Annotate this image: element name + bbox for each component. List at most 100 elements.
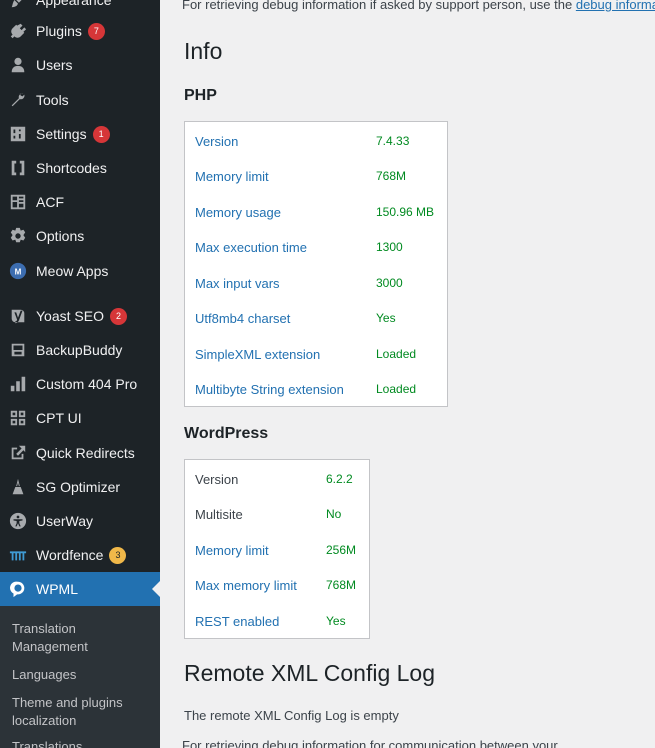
submenu-item-languages[interactable]: Languages bbox=[12, 666, 152, 684]
sidebar-item-acf[interactable]: ACF bbox=[0, 185, 160, 219]
yoast-badge: 2 bbox=[109, 307, 127, 325]
row-value: 768M bbox=[326, 578, 357, 592]
settings-badge: 1 bbox=[92, 125, 110, 143]
sidebar-item-userway[interactable]: UserWay bbox=[0, 504, 160, 538]
sidebar-item-plugins[interactable]: Plugins 7 bbox=[0, 14, 160, 48]
admin-sidebar: Appearance Plugins 7 Users Tools Setting… bbox=[0, 0, 160, 748]
sidebar-item-label: Yoast SEO bbox=[36, 308, 104, 324]
row-value: 1300 bbox=[376, 240, 403, 254]
settings-sliders-icon bbox=[8, 124, 28, 144]
row-value: 6.2.2 bbox=[326, 472, 353, 486]
row-key: Multibyte String extension bbox=[195, 382, 344, 397]
sidebar-item-label: Users bbox=[36, 57, 73, 73]
submenu-item-theme-plugins-localization[interactable]: Theme and plugins localization bbox=[12, 694, 152, 730]
sidebar-item-meow-apps[interactable]: M Meow Apps bbox=[0, 254, 160, 288]
row-key: Max execution time bbox=[195, 240, 307, 255]
table-row: Max input vars 3000 bbox=[185, 266, 447, 301]
submenu-item-translations[interactable]: Translations bbox=[12, 738, 152, 748]
sidebar-item-label: Wordfence bbox=[36, 547, 104, 563]
row-value: No bbox=[326, 507, 342, 521]
table-row: Version 6.2.2 bbox=[185, 462, 369, 497]
debug-information-link[interactable]: debug information bbox=[576, 0, 655, 12]
row-key: Max input vars bbox=[195, 276, 280, 291]
php-heading: PHP bbox=[184, 87, 217, 104]
sidebar-item-cpt-ui[interactable]: CPT UI bbox=[0, 401, 160, 435]
row-value: 150.96 MB bbox=[376, 205, 435, 219]
wpml-submenu: Translation Management Languages Theme a… bbox=[0, 606, 160, 748]
wordpress-heading: WordPress bbox=[184, 425, 269, 442]
sidebar-item-label: SG Optimizer bbox=[36, 479, 121, 495]
accessibility-icon bbox=[8, 511, 28, 531]
php-info-table: Version 7.4.33 Memory limit 768M Memory us… bbox=[184, 121, 448, 407]
table-row: Memory usage 150.96 MB bbox=[185, 195, 447, 230]
sidebar-item-label: CPT UI bbox=[36, 410, 82, 426]
row-key: REST enabled bbox=[195, 614, 280, 629]
wpml-icon bbox=[8, 579, 28, 599]
sidebar-item-quick-redirects[interactable]: Quick Redirects bbox=[0, 436, 160, 470]
sidebar-item-options[interactable]: Options bbox=[0, 219, 160, 253]
sidebar-item-tools[interactable]: Tools bbox=[0, 83, 160, 117]
backup-icon bbox=[8, 340, 28, 360]
grid-icon bbox=[8, 408, 28, 428]
sg-optimizer-icon bbox=[8, 477, 28, 497]
info-heading: Info bbox=[184, 38, 223, 64]
bar-chart-icon bbox=[8, 374, 28, 394]
table-row: Memory limit 256M bbox=[185, 533, 369, 568]
sidebar-item-label: WPML bbox=[36, 581, 78, 597]
row-value: 3000 bbox=[376, 276, 403, 290]
submenu-item-translation-management[interactable]: Translation Management bbox=[12, 620, 152, 656]
row-key: Memory limit bbox=[195, 169, 269, 184]
table-row: REST enabled Yes bbox=[185, 604, 369, 639]
sidebar-item-settings[interactable]: Settings 1 bbox=[0, 117, 160, 151]
row-key: Version bbox=[195, 134, 239, 149]
table-row: Version 7.4.33 bbox=[185, 124, 447, 159]
table-row: SimpleXML extension Loaded bbox=[185, 337, 447, 372]
sidebar-item-label: ACF bbox=[36, 194, 64, 210]
layout-icon bbox=[8, 192, 28, 212]
wrench-icon bbox=[8, 90, 28, 110]
sidebar-item-shortcodes[interactable]: Shortcodes bbox=[0, 151, 160, 185]
sidebar-item-yoast-seo[interactable]: Yoast SEO 2 bbox=[0, 299, 160, 333]
paintbrush-icon bbox=[8, 0, 28, 10]
table-row: Max execution time 1300 bbox=[185, 230, 447, 265]
remote-log-empty-text: The remote XML Config Log is empty bbox=[184, 708, 399, 723]
debug-communication-text: For retrieving debug information for com… bbox=[182, 738, 558, 748]
row-key: Multisite bbox=[195, 507, 243, 522]
remote-xml-heading: Remote XML Config Log bbox=[184, 660, 436, 686]
row-value: 768M bbox=[376, 169, 407, 183]
plugins-update-badge: 7 bbox=[87, 22, 105, 40]
meow-logo-icon: M bbox=[8, 261, 28, 281]
gear-icon bbox=[8, 226, 28, 246]
active-menu-arrow bbox=[152, 581, 160, 597]
sidebar-item-wordfence[interactable]: Wordfence 3 bbox=[0, 538, 160, 572]
sidebar-item-backupbuddy[interactable]: BackupBuddy bbox=[0, 333, 160, 367]
row-key: Memory limit bbox=[195, 543, 269, 558]
row-value: 256M bbox=[326, 543, 357, 557]
sidebar-item-label: Settings bbox=[36, 126, 87, 142]
debug-info-sentence: For retrieving debug information if aske… bbox=[182, 0, 573, 12]
sidebar-item-wpml[interactable]: WPML bbox=[0, 572, 160, 606]
sidebar-item-label: Shortcodes bbox=[36, 160, 107, 176]
wordfence-badge: 3 bbox=[109, 546, 127, 564]
sidebar-item-label: Options bbox=[36, 228, 85, 244]
yoast-icon bbox=[8, 306, 28, 326]
wordfence-icon bbox=[8, 545, 28, 565]
sidebar-item-sg-optimizer[interactable]: SG Optimizer bbox=[0, 470, 160, 504]
main-content: For retrieving debug information if aske… bbox=[160, 0, 655, 748]
table-row: Multisite No bbox=[185, 497, 369, 532]
sidebar-item-label: Custom 404 Pro bbox=[36, 376, 138, 392]
sidebar-item-users[interactable]: Users bbox=[0, 48, 160, 82]
table-row: Multibyte String extension Loaded bbox=[185, 372, 447, 407]
user-icon bbox=[8, 55, 28, 75]
row-value: Loaded bbox=[376, 347, 417, 361]
sidebar-item-custom-404-pro[interactable]: Custom 404 Pro bbox=[0, 367, 160, 401]
debug-info-text: For retrieving debug information if aske… bbox=[182, 0, 655, 12]
sidebar-item-label: UserWay bbox=[36, 513, 94, 529]
row-value: 7.4.33 bbox=[376, 134, 410, 148]
row-key: Version bbox=[195, 472, 239, 487]
row-key: SimpleXML extension bbox=[195, 347, 321, 362]
svg-text:M: M bbox=[15, 268, 22, 277]
sidebar-item-label: BackupBuddy bbox=[36, 342, 123, 358]
sidebar-item-label: Plugins bbox=[36, 23, 82, 39]
table-row: Max memory limit 768M bbox=[185, 568, 369, 603]
